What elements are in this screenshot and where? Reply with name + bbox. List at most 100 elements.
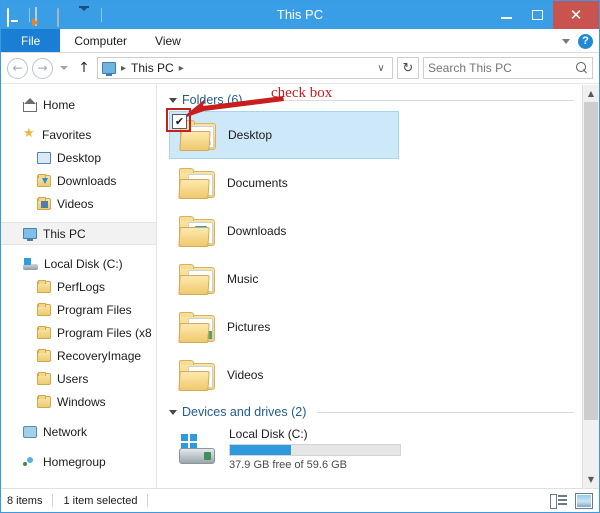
items-view: Folders (6) ✔ Desktop Documents Download… (157, 85, 582, 488)
star-icon: ★ (23, 126, 35, 141)
list-item[interactable]: Videos (169, 351, 399, 399)
back-button[interactable]: ← (7, 57, 28, 79)
ribbon-right-controls: ? (562, 29, 593, 53)
item-label: Videos (227, 368, 264, 382)
home-icon (23, 97, 37, 112)
search-input[interactable]: Search This PC (423, 57, 593, 79)
list-item[interactable]: Documents (169, 159, 399, 207)
sidebar-item-label: Program Files (57, 302, 132, 317)
refresh-button[interactable]: ↻ (397, 57, 419, 79)
videos-folder-icon (178, 359, 217, 391)
drive-icon (23, 257, 38, 270)
item-label: Music (227, 272, 259, 286)
sidebar-item-windows[interactable]: Windows (1, 390, 156, 413)
videos-folder-icon (37, 196, 51, 210)
folder-icon (37, 325, 51, 339)
breadcrumb-item-this-pc[interactable]: This PC (131, 61, 174, 75)
sidebar-item-label: PerfLogs (57, 279, 106, 294)
list-item[interactable]: Pictures (169, 303, 399, 351)
pictures-folder-icon (178, 311, 217, 343)
this-pc-icon-breadcrumb (102, 62, 116, 76)
sidebar-item-label: Videos (57, 196, 94, 211)
sidebar-item-program-files[interactable]: Program Files (1, 298, 156, 321)
help-icon[interactable]: ? (578, 33, 593, 49)
downloads-folder-icon (178, 215, 217, 247)
address-dropdown-icon[interactable]: ∨ (372, 63, 390, 74)
breadcrumb[interactable]: ▸ This PC ▸ ∨ (97, 57, 393, 79)
title-bar: This PC ✕ (1, 1, 599, 29)
sidebar-item-favorites[interactable]: ★ Favorites (1, 123, 156, 146)
search-placeholder: Search This PC (428, 61, 512, 75)
sidebar-item-home[interactable]: Home (1, 93, 156, 116)
list-item[interactable]: Music (169, 255, 399, 303)
sidebar-item-label: RecoveryImage (57, 348, 142, 363)
sidebar-item-label: Desktop (57, 150, 102, 165)
folder-icon (37, 371, 51, 385)
sidebar-item-homegroup[interactable]: Homegroup (1, 450, 156, 473)
sidebar-item-label: Windows (57, 394, 106, 409)
group-header-devices[interactable]: Devices and drives (2) (165, 399, 582, 423)
list-item[interactable]: Local Disk (C:) 37.9 GB free of 59.6 GB (171, 423, 471, 475)
window-body: Home ★ Favorites Desktop Downloads Video… (1, 85, 599, 488)
sidebar-item-label: Local Disk (C:) (44, 256, 123, 271)
forward-button[interactable]: → (32, 57, 53, 79)
breadcrumb-separator-1: ▸ (121, 62, 127, 74)
drive-info: Local Disk (C:) 37.9 GB free of 59.6 GB (229, 427, 401, 471)
item-label: Pictures (227, 320, 271, 334)
quick-access-toolbar (1, 5, 102, 28)
folder-icon (37, 394, 51, 408)
collapse-caret-icon[interactable] (169, 409, 177, 415)
sidebar-item-downloads[interactable]: Downloads (1, 169, 156, 192)
item-label: Documents (227, 176, 288, 190)
sidebar-item-recoveryimage[interactable]: RecoveryImage (1, 344, 156, 367)
status-divider-2 (147, 494, 149, 507)
sidebar-item-videos[interactable]: Videos (1, 192, 156, 215)
sidebar-item-label: Favorites (42, 127, 92, 142)
close-icon: ✕ (569, 5, 583, 24)
collapse-caret-icon[interactable] (169, 97, 177, 103)
scrollbar-thumb[interactable] (584, 102, 598, 420)
item-checkbox[interactable]: ✔ (172, 114, 187, 129)
sidebar-item-label: Homegroup (43, 454, 106, 469)
sidebar-item-local-disk[interactable]: Local Disk (C:) (1, 252, 156, 275)
content-pane: Folders (6) ✔ Desktop Documents Download… (157, 85, 599, 488)
scroll-up-icon[interactable]: ▲ (583, 85, 599, 102)
scroll-down-icon[interactable]: ▼ (583, 471, 599, 488)
properties-icon[interactable] (35, 6, 52, 26)
up-button[interactable]: ↑ (75, 60, 93, 76)
tab-file[interactable]: File (1, 29, 61, 52)
desktop-icon (37, 151, 51, 164)
new-folder-icon[interactable] (57, 7, 74, 27)
list-item[interactable]: Downloads (169, 207, 399, 255)
recent-locations-icon[interactable] (57, 66, 71, 70)
sidebar-item-network[interactable]: Network (1, 420, 156, 443)
sidebar-item-perflogs[interactable]: PerfLogs (1, 275, 156, 298)
vertical-scrollbar[interactable]: ▲ ▼ (582, 85, 599, 488)
tab-view[interactable]: View (141, 29, 195, 52)
item-count-label: 8 items (7, 494, 43, 507)
customize-dropdown-icon[interactable] (79, 5, 96, 28)
large-icons-view-button[interactable] (575, 492, 593, 509)
local-disk-icon (177, 432, 219, 466)
chevron-down-icon[interactable] (562, 38, 570, 44)
sidebar-item-users[interactable]: Users (1, 367, 156, 390)
sidebar-item-program-files-x86[interactable]: Program Files (x8 (1, 321, 156, 344)
navigation-pane: Home ★ Favorites Desktop Downloads Video… (1, 85, 157, 488)
capacity-bar (229, 444, 401, 456)
sidebar-item-desktop[interactable]: Desktop (1, 146, 156, 169)
minimize-button[interactable] (491, 1, 522, 29)
close-button[interactable]: ✕ (553, 1, 599, 29)
toolbar-divider (29, 8, 30, 22)
group-rule (317, 411, 574, 413)
this-pc-icon[interactable] (7, 7, 24, 27)
details-view-button[interactable] (550, 493, 568, 509)
sidebar-item-this-pc[interactable]: This PC (1, 222, 156, 245)
tab-computer[interactable]: Computer (60, 29, 141, 52)
folder-icon (37, 302, 51, 316)
maximize-button[interactable] (522, 1, 553, 29)
this-pc-icon (23, 228, 37, 241)
sidebar-item-label: Network (43, 424, 88, 439)
